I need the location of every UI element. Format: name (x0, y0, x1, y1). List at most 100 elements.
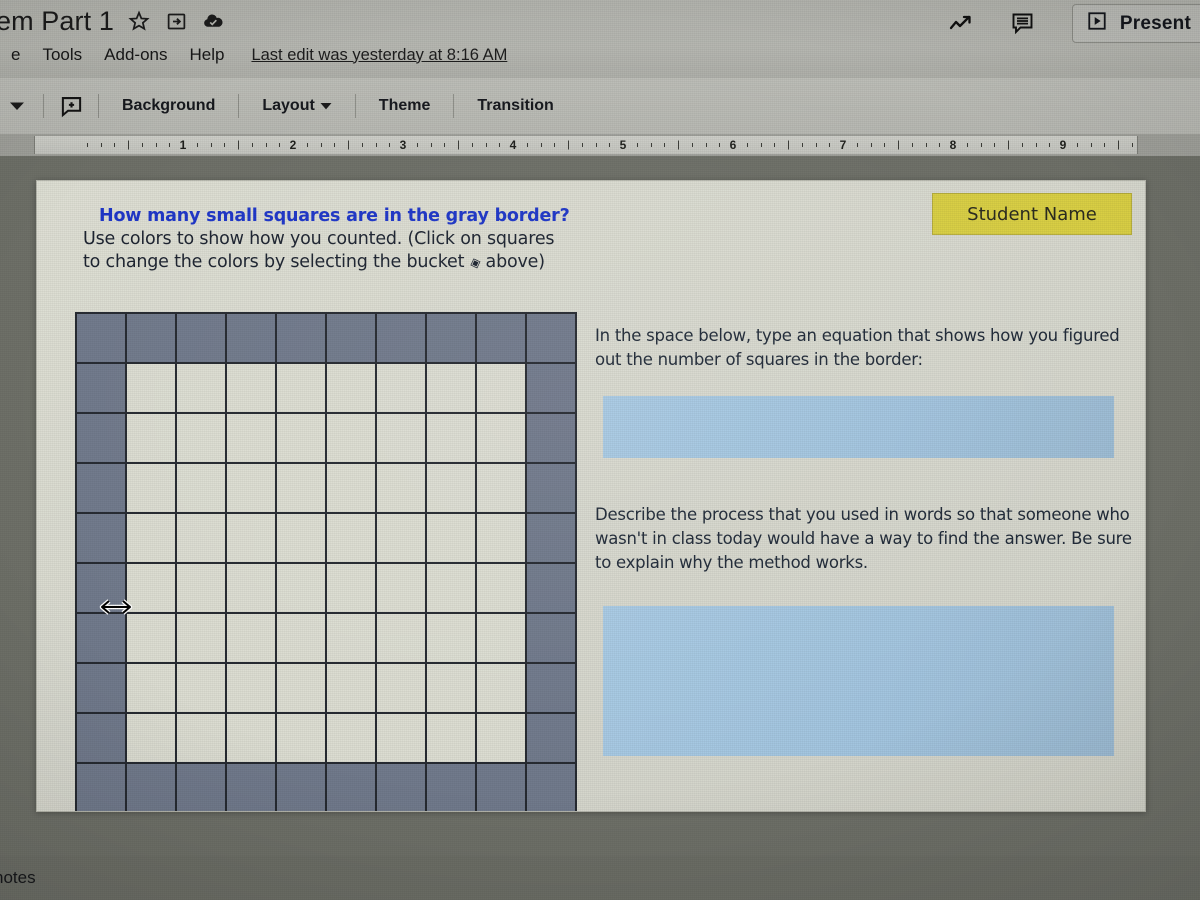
grid-cell-border[interactable] (375, 762, 427, 811)
grid-cell-inner[interactable] (425, 562, 477, 614)
page-title[interactable]: em Part 1 (0, 6, 114, 37)
grid-cell-border[interactable] (75, 662, 127, 714)
menu-item-0[interactable]: e (0, 43, 31, 67)
grid-cell-inner[interactable] (175, 512, 227, 564)
grid-cell-border[interactable] (175, 312, 227, 364)
grid-cell-inner[interactable] (375, 512, 427, 564)
grid-cell-inner[interactable] (425, 362, 477, 414)
grid-cell-border[interactable] (525, 312, 577, 364)
grid-cell-inner[interactable] (275, 412, 327, 464)
grid-cell-border[interactable] (325, 312, 377, 364)
grid-cell-inner[interactable] (175, 662, 227, 714)
grid-cell-border[interactable] (425, 762, 477, 811)
grid-cell-inner[interactable] (475, 412, 527, 464)
grid-cell-inner[interactable] (275, 662, 327, 714)
explore-trend-icon[interactable] (948, 9, 978, 39)
grid-cell-border[interactable] (75, 362, 127, 414)
grid-cell-inner[interactable] (425, 712, 477, 764)
grid-cell-border[interactable] (325, 762, 377, 811)
ruler-track[interactable]: 1 2 3 4 5 6 7 8 9 (34, 136, 1138, 154)
grid-cell-inner[interactable] (425, 462, 477, 514)
grid-cell-border[interactable] (525, 462, 577, 514)
grid-cell-inner[interactable] (125, 462, 177, 514)
grid-cell-inner[interactable] (375, 612, 427, 664)
student-name-box[interactable]: Student Name (932, 193, 1132, 235)
grid-cell-inner[interactable] (275, 612, 327, 664)
star-icon[interactable] (128, 10, 151, 33)
grid-cell-inner[interactable] (475, 712, 527, 764)
grid-cell-inner[interactable] (375, 712, 427, 764)
grid-cell-inner[interactable] (125, 412, 177, 464)
grid-cell-inner[interactable] (475, 662, 527, 714)
grid-cell-inner[interactable] (225, 412, 277, 464)
grid-cell-border[interactable] (375, 312, 427, 364)
grid-cell-border[interactable] (75, 512, 127, 564)
grid-cell-border[interactable] (275, 762, 327, 811)
grid-cell-inner[interactable] (175, 562, 227, 614)
grid-cell-inner[interactable] (275, 362, 327, 414)
grid-cell-border[interactable] (525, 612, 577, 664)
grid-cell-inner[interactable] (325, 362, 377, 414)
horizontal-ruler[interactable]: 1 2 3 4 5 6 7 8 9 (0, 134, 1200, 156)
grid-cell-border[interactable] (75, 462, 127, 514)
layout-button[interactable]: Layout (248, 93, 345, 119)
describe-answer-box[interactable] (603, 606, 1114, 756)
grid-cell-inner[interactable] (475, 462, 527, 514)
grid-cell-inner[interactable] (225, 362, 277, 414)
grid-cell-inner[interactable] (375, 662, 427, 714)
present-button[interactable]: Present (1071, 4, 1200, 43)
grid-cell-border[interactable] (475, 762, 527, 811)
grid-cell-inner[interactable] (325, 562, 377, 614)
grid-cell-inner[interactable] (425, 412, 477, 464)
grid-cell-inner[interactable] (175, 612, 227, 664)
grid-cell-inner[interactable] (475, 362, 527, 414)
grid-cell-inner[interactable] (175, 412, 227, 464)
grid-cell-inner[interactable] (325, 512, 377, 564)
grid-cell-inner[interactable] (225, 712, 277, 764)
grid-cell-inner[interactable] (375, 362, 427, 414)
grid-cell-inner[interactable] (475, 512, 527, 564)
grid-cell-border[interactable] (75, 412, 127, 464)
grid-cell-border[interactable] (75, 712, 127, 764)
menu-item-help[interactable]: Help (178, 43, 235, 67)
grid-cell-border[interactable] (525, 712, 577, 764)
grid-cell-border[interactable] (125, 762, 177, 811)
grid-cell-inner[interactable] (125, 712, 177, 764)
background-button[interactable]: Background (108, 93, 229, 119)
grid-cell-border[interactable] (225, 312, 277, 364)
grid-cell-inner[interactable] (325, 612, 377, 664)
grid-cell-border[interactable] (525, 762, 577, 811)
grid-cell-inner[interactable] (275, 562, 327, 614)
grid-cell-inner[interactable] (325, 662, 377, 714)
grid-cell-inner[interactable] (175, 712, 227, 764)
speaker-notes-bar[interactable]: notes (0, 856, 1200, 900)
slide-canvas[interactable]: How many small squares are in the gray b… (0, 156, 1200, 856)
grid-cell-inner[interactable] (275, 462, 327, 514)
theme-button[interactable]: Theme (365, 93, 445, 119)
grid-cell-inner[interactable] (225, 662, 277, 714)
grid-cell-border[interactable] (225, 762, 277, 811)
move-to-folder-icon[interactable] (165, 10, 188, 33)
grid-cell-inner[interactable] (225, 562, 277, 614)
transition-button[interactable]: Transition (463, 93, 567, 119)
grid-cell-border[interactable] (525, 662, 577, 714)
grid-cell-inner[interactable] (325, 462, 377, 514)
grid-cell-inner[interactable] (375, 462, 427, 514)
grid-cell-inner[interactable] (475, 612, 527, 664)
grid-cell-border[interactable] (525, 412, 577, 464)
grid-cell-inner[interactable] (125, 562, 177, 614)
grid-cell-inner[interactable] (275, 512, 327, 564)
grid-cell-inner[interactable] (425, 512, 477, 564)
slide-prompt-text[interactable]: How many small squares are in the gray b… (83, 205, 643, 274)
grid-cell-inner[interactable] (375, 412, 427, 464)
grid-cell-inner[interactable] (375, 562, 427, 614)
grid-cell-inner[interactable] (225, 512, 277, 564)
grid-cell-inner[interactable] (225, 612, 277, 664)
square-grid[interactable] (75, 312, 577, 811)
menu-item-addons[interactable]: Add-ons (93, 43, 178, 67)
menu-item-tools[interactable]: Tools (31, 43, 93, 67)
grid-cell-border[interactable] (75, 562, 127, 614)
grid-cell-border[interactable] (275, 312, 327, 364)
comment-history-icon[interactable] (1008, 9, 1038, 39)
grid-cell-inner[interactable] (325, 412, 377, 464)
